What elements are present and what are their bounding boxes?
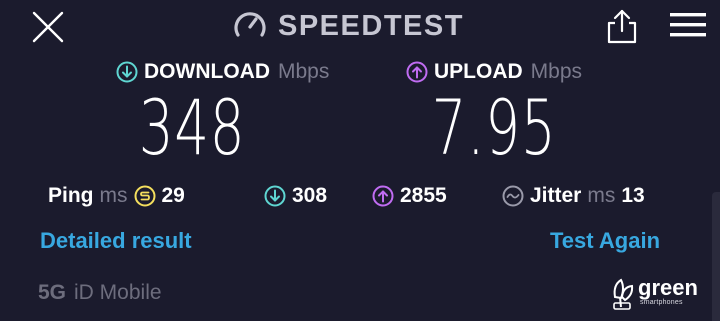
app-title: SPEEDTEST [278,9,464,42]
ping-label: Ping [48,184,94,207]
app-brand: SPEEDTEST [232,6,464,46]
download-label: DOWNLOAD [144,60,270,83]
upload-latency-value: 2855 [400,184,447,207]
upload-arrow-icon [406,61,428,83]
share-icon [607,9,637,44]
jitter-label: Jitter [530,184,582,207]
download-header: DOWNLOAD Mbps [116,58,329,86]
download-latency-value: 308 [292,184,328,207]
share-button[interactable] [604,7,640,45]
hamburger-menu-icon [670,13,706,37]
jitter-value: 13 [621,184,645,207]
ping-unit: ms [99,184,128,207]
network-type: 5G [38,281,67,304]
upload-speed-value: 7.95 [431,83,557,172]
ping-icon [134,185,156,207]
download-unit: Mbps [277,60,330,83]
jitter-wave-icon [502,185,524,207]
ping-stat: Ping ms 29 [48,182,185,210]
scroll-edge [712,192,720,321]
provider-name: iD Mobile [74,281,162,304]
close-button[interactable] [30,10,66,44]
upload-latency-icon [372,185,394,207]
upload-unit: Mbps [530,60,583,83]
menu-button[interactable] [668,10,708,40]
download-latency-icon [264,185,286,207]
download-latency-stat: 308 [264,182,327,210]
detailed-result-link[interactable]: Detailed result [40,228,192,258]
network-provider: 5G iD Mobile [38,280,162,306]
leaf-logo-icon [610,271,636,311]
speedometer-icon [232,8,268,44]
download-arrow-icon [116,61,138,83]
jitter-unit: ms [587,184,616,207]
close-icon [32,11,64,43]
ping-value: 29 [161,184,185,207]
logo-word: green [638,274,698,300]
upload-latency-stat: 2855 [372,182,447,210]
logo-subtitle: smartphones [640,298,683,306]
upload-header: UPLOAD Mbps [406,58,582,86]
test-again-link[interactable]: Test Again [550,228,660,258]
jitter-stat: Jitter ms 13 [502,182,645,210]
download-speed-value: 348 [138,83,246,172]
upload-label: UPLOAD [434,60,523,83]
green-smartphones-logo: green smartphones [610,268,698,314]
